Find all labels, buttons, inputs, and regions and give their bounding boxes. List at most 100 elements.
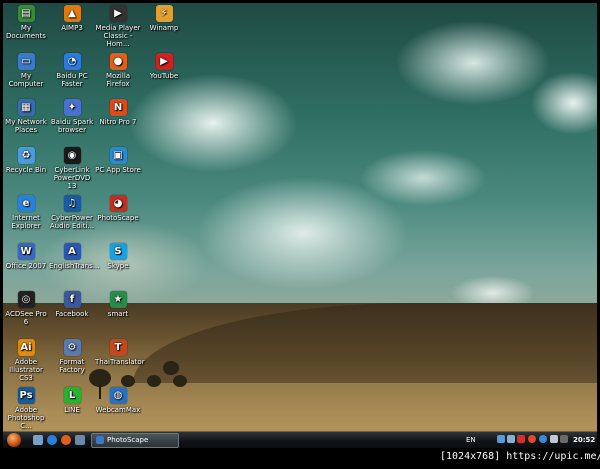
desktop-icon-spark-browser[interactable]: ✦ Baidu Spark browser — [49, 99, 95, 134]
taskbar: PhotoScape EN 20:52 — [3, 431, 597, 448]
desktop-icon-internet-explorer[interactable]: e Internet Explorer — [3, 195, 49, 230]
desktop-icon-aimp[interactable]: ▲ AIMP3 — [49, 5, 95, 32]
desktop-icon-label: PhotoScape — [97, 214, 139, 222]
recycle-bin-icon: ♻ — [17, 147, 35, 164]
desktop-icon-skype[interactable]: S Skype — [95, 243, 141, 270]
desktop-icon-network[interactable]: ▦ My Network Places — [3, 99, 49, 134]
aimp-icon: ▲ — [63, 5, 81, 22]
desktop-icon-thai-translator[interactable]: T ThaiTranslator — [95, 339, 145, 366]
desktop-icon-label: YouTube — [149, 72, 179, 80]
internet-explorer-icon: e — [17, 195, 35, 212]
desktop-icon-firefox[interactable]: ● Mozilla Firefox — [95, 53, 141, 88]
desktop-icon-label: Winamp — [149, 24, 179, 32]
volume-tray-icon[interactable] — [550, 435, 558, 443]
update-tray-icon[interactable] — [539, 435, 547, 443]
desktop-icon-format-factory[interactable]: ⚙ Format Factory — [49, 339, 95, 374]
desktop-icon-label: Facebook — [55, 310, 89, 318]
illustrator-icon: Ai — [17, 339, 35, 356]
desktop-icon-folder-documents[interactable]: ▤ My Documents — [3, 5, 49, 40]
desktop-icon-english-translator[interactable]: A EnglishTrans... — [49, 243, 100, 270]
desktop-icon-label: My Computer — [8, 72, 44, 88]
desktop-icon-powerdvd[interactable]: ◉ CyberLink PowerDVD 13 — [49, 147, 95, 190]
network-tray-icon[interactable] — [497, 435, 505, 443]
photoshop-icon: Ps — [17, 387, 35, 404]
desktop-icon-label: My Documents — [6, 24, 46, 40]
desktop-icon-computer[interactable]: ▭ My Computer — [3, 53, 49, 88]
nitro-pro-icon: N — [109, 99, 127, 116]
taskbar-button-label: PhotoScape — [107, 436, 149, 444]
media-tray-icon[interactable] — [560, 435, 568, 443]
desktop-icon-facebook[interactable]: f Facebook — [49, 291, 95, 318]
wallpaper-tree — [121, 375, 135, 387]
monitor-tray-icon[interactable] — [507, 435, 515, 443]
desktop-icon-audio-editor[interactable]: ♫ CyberPower Audio Editi... — [49, 195, 95, 230]
desktop-icon-office[interactable]: W Office 2007 — [3, 243, 49, 270]
desktop-icon-media-player[interactable]: ▶ Media Player Classic - Hom... — [95, 5, 141, 48]
desktop-icon-nitro-pro[interactable]: N Nitro Pro 7 — [95, 99, 141, 126]
desktop-icon-label: My Network Places — [5, 118, 47, 134]
desktop-icon-label: Internet Explorer — [11, 214, 41, 230]
thai-translator-icon: T — [109, 339, 127, 356]
desktop-icon-winamp[interactable]: ⚡ Winamp — [141, 5, 187, 32]
antivirus-tray-icon[interactable] — [517, 435, 525, 443]
powerdvd-icon: ◉ — [63, 147, 81, 164]
desktop-icon-photoscape[interactable]: ◕ PhotoScape — [95, 195, 141, 222]
media-player-icon: ▶ — [109, 5, 127, 22]
desktop-icon-label: ACDSee Pro 6 — [5, 310, 47, 326]
format-factory-icon: ⚙ — [63, 339, 81, 356]
folder-documents-icon: ▤ — [17, 5, 35, 22]
desktop-icon-label: Mozilla Firefox — [105, 72, 131, 88]
taskbar-clock[interactable]: 20:52 — [573, 434, 595, 446]
desktop-icon-label: EnglishTrans... — [49, 262, 100, 270]
winamp-icon: ⚡ — [155, 5, 173, 22]
desktop-icon-label: CyberLink PowerDVD 13 — [53, 166, 91, 190]
windows-switcher-icon[interactable] — [75, 435, 85, 445]
office-icon: W — [17, 243, 35, 260]
facebook-icon: f — [63, 291, 81, 308]
desktop-icon-label: LINE — [64, 406, 80, 414]
youtube-icon: ▶ — [155, 53, 173, 70]
desktop-icon-youtube[interactable]: ▶ YouTube — [141, 53, 187, 80]
network-icon: ▦ — [17, 99, 35, 116]
desktop-icon-label: smart — [107, 310, 129, 318]
english-translator-icon: A — [63, 243, 81, 260]
desktop-icon-webcammax[interactable]: ◍ WebcamMax — [95, 387, 141, 414]
smart-icon: ★ — [109, 291, 127, 308]
desktop-icon-baidu-pc-faster[interactable]: ◔ Baidu PC Faster — [49, 53, 95, 88]
image-caption: [1024x768] https://upic.me/ — [440, 451, 600, 462]
desktop-icon-pc-app-store[interactable]: ▣ PC App Store — [95, 147, 141, 174]
desktop-icon-photoshop[interactable]: Ps Adobe Photoshop C... — [3, 387, 49, 430]
desktop-icon-smart[interactable]: ★ smart — [95, 291, 141, 318]
baidu-pc-faster-icon: ◔ — [63, 53, 81, 70]
firefox-quicklaunch-icon[interactable] — [61, 435, 71, 445]
ie-quicklaunch-icon[interactable] — [47, 435, 57, 445]
language-indicator[interactable]: EN — [466, 434, 476, 446]
desktop-wallpaper: ▤ My Documents ▲ AIMP3 ▶ Media Player Classic… — [3, 3, 597, 447]
firefox-icon: ● — [109, 53, 127, 70]
desktop-icon-label: Adobe Photoshop C... — [7, 406, 45, 430]
desktop-icon-recycle-bin[interactable]: ♻ Recycle Bin — [3, 147, 49, 174]
desktop-icon-label: Office 2007 — [5, 262, 47, 270]
desktop-icon-label: Recycle Bin — [5, 166, 47, 174]
desktop-icon-label: Media Player Classic - Hom... — [95, 24, 141, 48]
pc-app-store-icon: ▣ — [109, 147, 127, 164]
desktop-icon-label: Format Factory — [59, 358, 85, 374]
desktop-icon-label: Baidu Spark browser — [50, 118, 94, 134]
desktop-icon-label: ThaiTranslator — [95, 358, 145, 366]
wallpaper-tree — [147, 375, 161, 387]
desktop-icon-label: AIMP3 — [61, 24, 83, 32]
photoscape-task-icon — [96, 436, 104, 444]
line-icon: L — [63, 387, 81, 404]
windows-orb-icon[interactable] — [7, 433, 21, 447]
desktop-icon-illustrator[interactable]: Ai Adobe Illustrator CS3 — [3, 339, 49, 382]
acdsee-icon: ◎ — [17, 291, 35, 308]
desktop-icon-acdsee[interactable]: ◎ ACDSee Pro 6 — [3, 291, 49, 326]
desktop-icon-label: Baidu PC Faster — [56, 72, 88, 88]
security-tray-icon[interactable] — [528, 435, 536, 443]
taskbar-button-photoscape[interactable]: PhotoScape — [91, 433, 179, 448]
skype-icon: S — [109, 243, 127, 260]
desktop-icon-line[interactable]: L LINE — [49, 387, 95, 414]
desktop-icon-label: Adobe Illustrator CS3 — [9, 358, 43, 382]
audio-editor-icon: ♫ — [63, 195, 81, 212]
show-desktop-icon[interactable] — [33, 435, 43, 445]
